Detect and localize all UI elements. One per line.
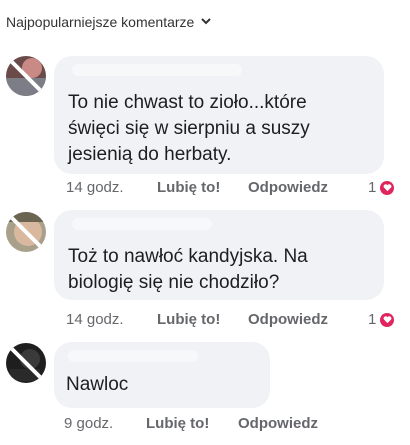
reaction-count: 1 — [368, 179, 377, 196]
comment-sort-dropdown[interactable]: Najpopularniejsze komentarze — [6, 14, 212, 30]
sort-label: Najpopularniejsze komentarze — [6, 14, 195, 30]
comment-timestamp[interactable]: 9 godz. — [64, 415, 113, 432]
comment-line: jesienią do herbaty. — [68, 144, 232, 165]
chevron-down-icon — [200, 14, 212, 30]
like-label: Lubię to! — [157, 179, 221, 196]
comment-timestamp[interactable]: 14 godz. — [66, 311, 124, 328]
like-button[interactable]: Lubię to! — [157, 179, 220, 196]
comment-line: święci się w sierpniu a suszy — [68, 118, 310, 139]
comment-line: Toż to nawłoć kandyjska. Na — [68, 246, 308, 267]
reaction-summary[interactable]: 1 — [368, 311, 395, 328]
reply-button[interactable]: Odpowiedz — [248, 179, 328, 196]
reply-label: Odpowiedz — [248, 311, 328, 328]
comment-timestamp[interactable]: 14 godz. — [66, 179, 124, 196]
author-name-redacted[interactable] — [68, 350, 198, 362]
like-label: Lubię to! — [157, 311, 221, 328]
reply-label: Odpowiedz — [238, 415, 318, 432]
author-name-redacted[interactable] — [72, 218, 212, 230]
avatar[interactable] — [6, 343, 46, 383]
reply-label: Odpowiedz — [248, 179, 328, 196]
like-button[interactable]: Lubię to! — [146, 415, 209, 432]
comment-text: To nie chwast to zioło...które święci si… — [68, 90, 310, 168]
like-label: Lubię to! — [146, 415, 210, 432]
avatar[interactable] — [6, 56, 46, 96]
avatar[interactable] — [6, 212, 46, 252]
author-name-redacted[interactable] — [72, 64, 242, 76]
heart-icon — [380, 312, 395, 327]
comment-text: Nawloc — [66, 372, 128, 398]
comment-line: To nie chwast to zioło...które — [68, 92, 307, 113]
comment-line: Nawloc — [66, 374, 129, 395]
heart-icon — [380, 180, 395, 195]
reply-button[interactable]: Odpowiedz — [238, 415, 318, 432]
comment-text: Toż to nawłoć kandyjska. Na biologię się… — [68, 244, 308, 296]
like-button[interactable]: Lubię to! — [157, 311, 220, 328]
reaction-count: 1 — [368, 311, 377, 328]
reaction-summary[interactable]: 1 — [368, 179, 395, 196]
comment-line: biologię się nie chodziło? — [68, 272, 280, 293]
reply-button[interactable]: Odpowiedz — [248, 311, 328, 328]
